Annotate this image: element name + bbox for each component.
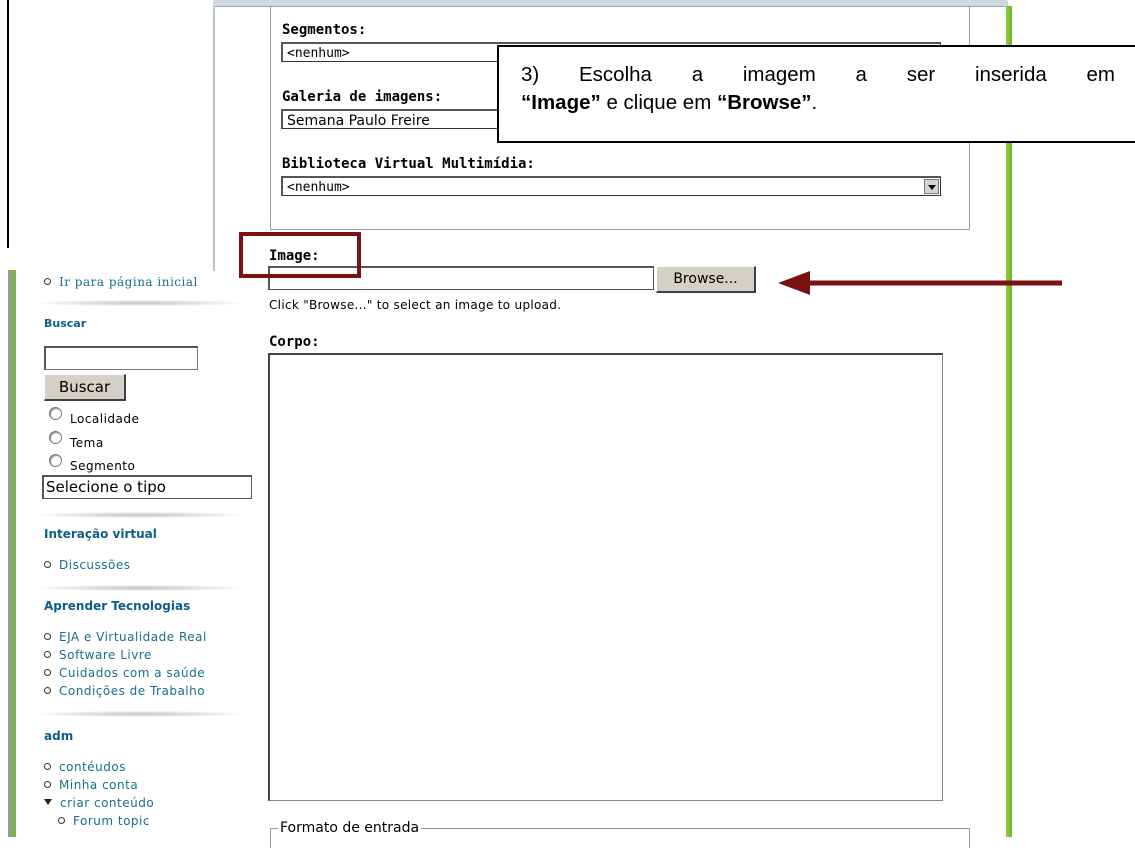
cuidados-label: Cuidados com a saúde — [59, 666, 206, 680]
chevron-down-icon[interactable] — [924, 179, 939, 194]
bullet-icon — [44, 561, 51, 568]
corpo-textarea[interactable] — [268, 353, 943, 801]
callout-end: . — [811, 91, 818, 114]
radio-label-localidade: Localidade — [70, 412, 140, 426]
home-link-label: Ir para página inicial — [59, 275, 198, 289]
sidebar-item-discussoes[interactable]: Discussões — [44, 558, 131, 572]
sidebar-item-eja[interactable]: EJA e Virtualidade Real — [44, 630, 207, 644]
callout-box: 3) Escolha a imagem a ser inserida em “I… — [497, 45, 1135, 143]
highlight-box — [239, 232, 361, 278]
callout-line2: “Image” e clique em “Browse”. — [521, 89, 1115, 117]
left-frame-area — [0, 0, 240, 270]
bullet-icon — [44, 687, 51, 694]
galeria-select[interactable]: Semana Paulo Freire — [281, 109, 501, 129]
bullet-icon — [44, 781, 51, 788]
left-green-border — [8, 270, 16, 837]
sidebar-item-forum-topic[interactable]: Forum topic — [58, 814, 150, 828]
tipo-select-value: Selecione o tipo — [46, 478, 166, 496]
search-input[interactable] — [44, 346, 198, 370]
segmentos-select-value: <nenhum> — [287, 46, 350, 61]
aprender-heading: Aprender Tecnologias — [44, 599, 191, 613]
software-label: Software Livre — [59, 648, 152, 662]
tipo-select[interactable]: Selecione o tipo — [42, 475, 252, 499]
bullet-icon — [44, 669, 51, 676]
callout-bold-browse: “Browse” — [716, 91, 812, 114]
sidebar-item-criar-conteudo[interactable]: criar conteúdo — [44, 796, 154, 810]
buscar-button[interactable]: Buscar — [44, 374, 126, 401]
sidebar-item-software[interactable]: Software Livre — [44, 648, 152, 662]
buscar-heading: Buscar — [44, 317, 87, 330]
sidebar-separator — [40, 512, 240, 518]
annotation-arrow — [778, 271, 1062, 295]
criar-conteudo-label: criar conteúdo — [60, 796, 155, 810]
sidebar-item-condicoes[interactable]: Condições de Trabalho — [44, 684, 205, 698]
triangle-down-icon — [44, 798, 52, 805]
biblioteca-select[interactable]: <nenhum> — [281, 176, 941, 196]
adm-heading: adm — [44, 729, 74, 743]
formato-legend: Formato de entrada — [278, 820, 422, 836]
discussoes-label: Discussões — [59, 558, 131, 572]
radio-localidade[interactable] — [49, 407, 62, 420]
image-help-text: Click "Browse..." to select an image to … — [269, 298, 562, 312]
galeria-label: Galeria de imagens: — [282, 89, 443, 105]
sidebar-separator — [40, 300, 240, 306]
callout-bold-image: “Image” — [521, 91, 601, 114]
radio-segmento[interactable] — [49, 454, 62, 467]
biblioteca-select-value: <nenhum> — [287, 180, 350, 195]
sidebar-item-minha-conta[interactable]: Minha conta — [44, 778, 138, 792]
radio-label-segmento: Segmento — [70, 459, 136, 473]
interacao-heading: Interação virtual — [44, 527, 157, 541]
minha-conta-label: Minha conta — [59, 778, 139, 792]
bullet-icon — [44, 651, 51, 658]
callout-line1: 3) Escolha a imagem a ser inserida em — [521, 63, 1115, 86]
sidebar-home-link[interactable]: Ir para página inicial — [44, 275, 198, 289]
bullet-icon — [44, 763, 51, 770]
eja-label: EJA e Virtualidade Real — [59, 630, 207, 644]
bullet-icon — [44, 278, 51, 285]
radio-tema[interactable] — [49, 431, 62, 444]
biblioteca-label: Biblioteca Virtual Multimídia: — [282, 156, 535, 172]
galeria-select-value: Semana Paulo Freire — [287, 113, 430, 129]
sidebar-separator — [40, 711, 240, 717]
sidebar-item-cuidados[interactable]: Cuidados com a saúde — [44, 666, 205, 680]
browse-button[interactable]: Browse... — [656, 266, 756, 293]
callout-mid: e clique em — [600, 91, 717, 114]
forum-topic-label: Forum topic — [73, 814, 150, 828]
condicoes-label: Condições de Trabalho — [59, 684, 206, 698]
corpo-label: Corpo: — [269, 334, 320, 350]
sidebar-separator — [40, 585, 240, 591]
page-left-shadow — [213, 6, 215, 271]
sidebar-item-conteudos[interactable]: contéudos — [44, 760, 126, 774]
bullet-icon — [44, 633, 51, 640]
frame-border — [7, 0, 9, 248]
radio-label-tema: Tema — [70, 436, 104, 450]
bullet-icon — [58, 817, 65, 824]
conteudos-label: contéudos — [59, 760, 126, 774]
segmentos-label: Segmentos: — [282, 22, 367, 38]
